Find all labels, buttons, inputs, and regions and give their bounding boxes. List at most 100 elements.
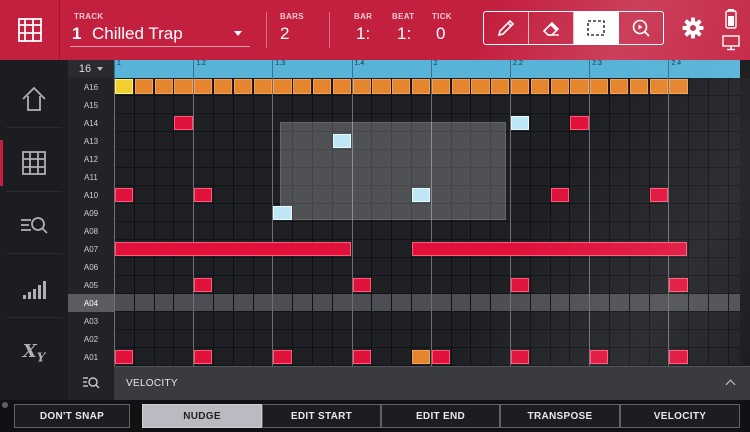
zoom-button[interactable]	[68, 366, 114, 400]
sidebar-item-grid[interactable]	[0, 134, 62, 192]
note-a10[interactable]	[412, 188, 431, 202]
chevron-down-icon[interactable]	[234, 31, 242, 36]
row-label-a08[interactable]: A08	[68, 222, 114, 240]
row-label-a11[interactable]: A11	[68, 168, 114, 186]
note-a14[interactable]	[511, 116, 530, 130]
edit-start-button[interactable]: EDIT START	[262, 404, 381, 428]
note-a16[interactable]	[511, 79, 530, 94]
row-label-a16[interactable]: A16	[68, 78, 114, 96]
note-a16[interactable]	[214, 79, 233, 94]
note-a16[interactable]	[293, 79, 312, 94]
chevron-up-icon[interactable]	[725, 379, 736, 390]
note-a01[interactable]	[412, 350, 431, 364]
note-grid[interactable]	[114, 78, 740, 366]
pencil-tool-button[interactable]	[484, 12, 529, 44]
row-label-a02[interactable]: A02	[68, 330, 114, 348]
tick-value[interactable]: 0	[436, 24, 445, 44]
note-a16[interactable]	[115, 79, 134, 94]
grid-view-button[interactable]	[0, 0, 60, 60]
row-label-a13[interactable]: A13	[68, 132, 114, 150]
velocity-button[interactable]: VELOCITY	[620, 404, 740, 428]
note-a16[interactable]	[253, 79, 272, 94]
note-a05[interactable]	[352, 278, 371, 292]
note-a16[interactable]	[610, 79, 629, 94]
sidebar-item-xy[interactable]: XY	[6, 324, 62, 382]
bar-value[interactable]: 1:	[356, 24, 370, 44]
sidebar-item-velocity[interactable]	[6, 260, 62, 318]
note-a16[interactable]	[649, 79, 668, 94]
zoom-play-tool-button[interactable]	[619, 12, 663, 44]
note-a05[interactable]	[669, 278, 688, 292]
note-a01[interactable]	[511, 350, 530, 364]
select-tool-button[interactable]	[574, 12, 619, 44]
note-a16[interactable]	[352, 79, 371, 94]
timeline-ruler[interactable]: 1 1.2 1.3 1.4 2 2.2 2.3 2.4	[114, 60, 740, 78]
note-a16[interactable]	[530, 79, 550, 94]
row-label-a04[interactable]: A04	[68, 294, 114, 312]
note-a01[interactable]	[194, 350, 213, 364]
note-a01[interactable]	[669, 350, 688, 364]
dont-snap-button[interactable]: DON'T SNAP	[14, 404, 130, 428]
note-a05[interactable]	[511, 278, 530, 292]
row-label-a05[interactable]: A05	[68, 276, 114, 294]
note-a16[interactable]	[629, 79, 649, 94]
note-a16[interactable]	[550, 79, 569, 94]
row-label-a15[interactable]: A15	[68, 96, 114, 114]
row-label-a03[interactable]: A03	[68, 312, 114, 330]
quantize-select[interactable]: 16	[68, 60, 114, 78]
row-label-a07[interactable]: A07	[68, 240, 114, 258]
note-a16[interactable]	[392, 79, 411, 94]
sidebar-item-search-list[interactable]	[6, 196, 62, 254]
marquee-selection[interactable]	[280, 122, 506, 220]
note-a05[interactable]	[194, 278, 213, 292]
nudge-button[interactable]: NUDGE	[142, 404, 262, 428]
note-a16[interactable]	[590, 79, 609, 94]
note-a07[interactable]	[115, 242, 351, 256]
note-a16[interactable]	[332, 79, 352, 94]
note-a01[interactable]	[273, 350, 292, 364]
bars-value[interactable]: 2	[280, 24, 289, 44]
note-a10[interactable]	[649, 188, 668, 202]
note-a13[interactable]	[332, 134, 352, 148]
note-a01[interactable]	[115, 350, 134, 364]
note-a01[interactable]	[352, 350, 371, 364]
note-a16[interactable]	[194, 79, 213, 94]
settings-button[interactable]	[681, 16, 705, 45]
note-a16[interactable]	[174, 79, 193, 94]
note-a10[interactable]	[194, 188, 213, 202]
eraser-tool-button[interactable]	[529, 12, 574, 44]
note-a14[interactable]	[174, 116, 193, 130]
row-label-a10[interactable]: A10	[68, 186, 114, 204]
vertical-scrollbar[interactable]	[740, 78, 750, 366]
note-a16[interactable]	[570, 79, 589, 94]
sidebar-item-up[interactable]	[6, 70, 62, 128]
row-label-a09[interactable]: A09	[68, 204, 114, 222]
note-a16[interactable]	[313, 79, 332, 94]
note-a16[interactable]	[233, 79, 253, 94]
transpose-button[interactable]: TRANSPOSE	[500, 404, 620, 428]
note-a16[interactable]	[412, 79, 431, 94]
note-a07[interactable]	[412, 242, 688, 256]
track-name-select[interactable]: Chilled Trap	[92, 24, 183, 44]
note-a16[interactable]	[669, 79, 688, 94]
note-a14[interactable]	[570, 116, 589, 130]
note-a16[interactable]	[471, 79, 490, 94]
edit-end-button[interactable]: EDIT END	[381, 404, 500, 428]
note-a09[interactable]	[273, 206, 292, 220]
note-a01[interactable]	[590, 350, 609, 364]
beat-value[interactable]: 1:	[397, 24, 411, 44]
row-label-a14[interactable]: A14	[68, 114, 114, 132]
note-a16[interactable]	[451, 79, 470, 94]
note-a10[interactable]	[550, 188, 569, 202]
note-a16[interactable]	[134, 79, 154, 94]
note-a16[interactable]	[273, 79, 292, 94]
note-a16[interactable]	[372, 79, 391, 94]
row-label-a12[interactable]: A12	[68, 150, 114, 168]
note-a16[interactable]	[154, 79, 173, 94]
velocity-lane[interactable]: VELOCITY	[114, 366, 750, 400]
note-a01[interactable]	[431, 350, 451, 364]
note-a16[interactable]	[431, 79, 451, 94]
note-a16[interactable]	[491, 79, 510, 94]
row-label-a06[interactable]: A06	[68, 258, 114, 276]
note-a10[interactable]	[115, 188, 134, 202]
